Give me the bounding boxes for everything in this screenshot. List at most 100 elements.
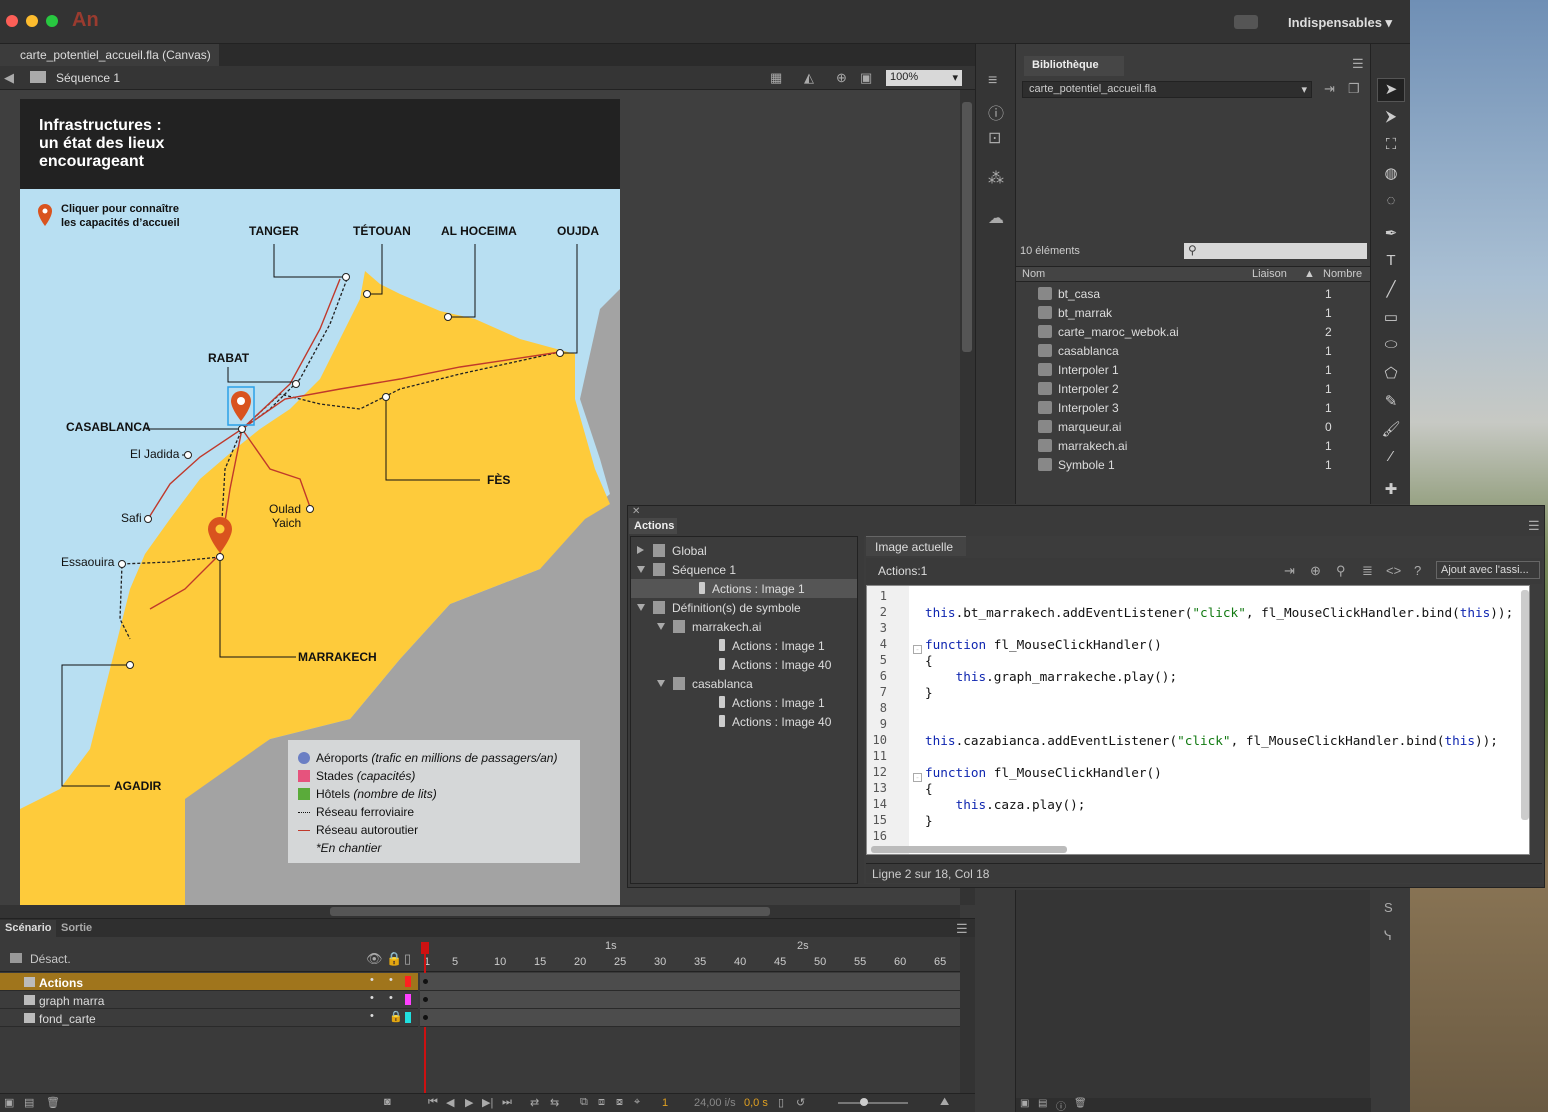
library-file-select[interactable]: carte_potentiel_accueil.fla ▾ bbox=[1022, 81, 1312, 98]
new-layer-icon[interactable]: ▣ bbox=[4, 1096, 14, 1109]
column-link[interactable]: Liaison bbox=[1252, 268, 1287, 280]
fold-toggle-icon[interactable]: - bbox=[913, 773, 922, 782]
minimize-window-button[interactable] bbox=[26, 15, 38, 27]
library-item[interactable]: bt_marrak 1 bbox=[1016, 303, 1371, 322]
scroll-thumb[interactable] bbox=[330, 907, 770, 916]
text-tool-icon[interactable]: T bbox=[1381, 252, 1401, 272]
column-name[interactable]: Nom bbox=[1022, 268, 1045, 280]
keyframe-dot[interactable] bbox=[423, 979, 428, 984]
pin-icon[interactable]: ⇥ bbox=[1324, 81, 1335, 97]
polystar-tool-icon[interactable]: ⬠ bbox=[1381, 364, 1401, 384]
layer-frames[interactable] bbox=[420, 973, 960, 991]
tree-item[interactable]: Actions : Image 40 bbox=[631, 655, 857, 674]
collapse-arrow-icon[interactable] bbox=[657, 623, 665, 630]
fold-toggle-icon[interactable]: - bbox=[913, 645, 922, 654]
info-panel-icon[interactable]: ⓘ bbox=[988, 100, 1004, 124]
outline-icon[interactable]: ▯ bbox=[404, 951, 411, 967]
tree-item[interactable]: Actions : Image 1 bbox=[631, 579, 857, 598]
layer-color-swatch[interactable] bbox=[405, 994, 411, 1005]
frame-rate[interactable]: 24,00 i/s bbox=[694, 1097, 736, 1109]
3d-rotation-tool-icon[interactable]: ◍ bbox=[1381, 164, 1401, 184]
onion-outline-icon[interactable]: ⧈ bbox=[598, 1096, 605, 1109]
zoom-select[interactable]: 100% ▾ bbox=[886, 70, 962, 86]
close-window-button[interactable] bbox=[6, 15, 18, 27]
code-line[interactable]: } bbox=[925, 813, 933, 829]
library-item[interactable]: Interpoler 2 1 bbox=[1016, 379, 1371, 398]
cc-libraries-icon[interactable]: ☁ bbox=[988, 208, 1004, 228]
casablanca-marker[interactable] bbox=[231, 391, 251, 421]
column-count[interactable]: Nombre bbox=[1323, 268, 1362, 280]
code-assistant-button[interactable]: Ajout avec l'assi... bbox=[1436, 561, 1540, 579]
find-icon[interactable]: ⚲ bbox=[1336, 563, 1346, 579]
zoom-in-icon[interactable]: ⛰ bbox=[940, 1096, 949, 1109]
lock-icon[interactable]: 🔒 bbox=[386, 951, 402, 967]
keyframe-dot[interactable] bbox=[423, 1015, 428, 1020]
free-transform-tool-icon[interactable]: ⛶ bbox=[1381, 136, 1401, 156]
visibility-dot[interactable]: • bbox=[370, 992, 374, 1004]
tree-item[interactable]: Actions : Image 40 bbox=[631, 712, 857, 731]
onion-skin-icon[interactable]: ⧉ bbox=[580, 1096, 588, 1109]
zoom-slider-thumb[interactable] bbox=[860, 1098, 868, 1106]
camera-icon[interactable]: ◙ bbox=[384, 1096, 391, 1108]
library-item[interactable]: casablanca 1 bbox=[1016, 341, 1371, 360]
bone-lower-icon[interactable]: S bbox=[1384, 900, 1393, 915]
timeline-layer[interactable]: Actions • • bbox=[0, 973, 418, 991]
center-frame-icon[interactable]: ⇆ bbox=[550, 1096, 559, 1109]
close-panel-icon[interactable]: ✕ bbox=[632, 506, 640, 517]
sync-settings-icon[interactable] bbox=[1234, 15, 1258, 29]
lock-dot[interactable]: • bbox=[389, 992, 393, 1004]
edit-symbols-icon[interactable]: ◭ bbox=[804, 70, 814, 86]
collapse-arrow-icon[interactable] bbox=[637, 604, 645, 611]
library-item[interactable]: marrakech.ai 1 bbox=[1016, 436, 1371, 455]
lasso-tool-icon[interactable]: ◌ bbox=[1381, 192, 1401, 212]
library-tab[interactable]: Bibliothèque bbox=[1024, 56, 1124, 76]
lock-dot[interactable]: • bbox=[389, 974, 393, 986]
collapse-arrow-icon[interactable] bbox=[637, 566, 645, 573]
pin-script-icon[interactable]: ⇥ bbox=[1284, 563, 1295, 579]
library-item[interactable]: Symbole 1 1 bbox=[1016, 455, 1371, 474]
canvas-stage[interactable]: Infrastructures : un état des lieux enco… bbox=[20, 99, 620, 905]
timeline-layer[interactable]: fond_carte • 🔒 bbox=[0, 1009, 418, 1027]
tree-item[interactable]: Définition(s) de symbole bbox=[631, 598, 857, 617]
line-tool-icon[interactable]: ╱ bbox=[1381, 280, 1401, 300]
panel-menu-icon[interactable]: ☰ bbox=[1352, 56, 1364, 72]
motion-presets-icon[interactable]: ⁂ bbox=[988, 168, 1004, 188]
first-frame-icon[interactable]: ⏮ bbox=[428, 1096, 438, 1109]
timeline-layer[interactable]: graph marra • • bbox=[0, 991, 418, 1009]
code-editor[interactable]: 1 2 3 4 5 6 7 8 9 10 11 12 13 14 15 16 - - this.bt_marr… bbox=[866, 585, 1530, 855]
rectangle-tool-icon[interactable]: ▭ bbox=[1381, 308, 1401, 328]
keyframe-dot[interactable] bbox=[423, 997, 428, 1002]
stage-horizontal-scrollbar[interactable] bbox=[0, 905, 960, 918]
timeline-vertical-scrollbar[interactable] bbox=[960, 937, 975, 1093]
oval-tool-icon[interactable]: ⬭ bbox=[1381, 336, 1401, 356]
document-tab[interactable]: carte_potentiel_accueil.fla (Canvas) bbox=[0, 44, 219, 66]
tree-item[interactable]: marrakech.ai bbox=[631, 617, 857, 636]
edit-scene-icon[interactable]: ▦ bbox=[770, 70, 782, 86]
new-symbol-icon[interactable]: ▣ bbox=[1020, 1098, 1029, 1109]
code-line[interactable]: { bbox=[925, 653, 933, 669]
delete-layer-icon[interactable]: 🗑 bbox=[46, 1096, 60, 1109]
rewind-icon[interactable]: ↺ bbox=[796, 1096, 805, 1109]
visibility-dot[interactable]: • bbox=[370, 1010, 374, 1022]
align-panel-icon[interactable]: ≡ bbox=[988, 72, 997, 90]
panel-menu-icon[interactable]: ☰ bbox=[1528, 518, 1540, 534]
play-icon[interactable]: ▶ bbox=[465, 1096, 473, 1109]
tree-item[interactable]: Global bbox=[631, 541, 857, 560]
actions-tab[interactable]: Actions bbox=[629, 518, 677, 534]
new-folder-icon[interactable]: ▤ bbox=[1038, 1098, 1047, 1109]
collapse-arrow-icon[interactable] bbox=[657, 680, 665, 687]
library-item[interactable]: Interpoler 3 1 bbox=[1016, 398, 1371, 417]
back-arrow-icon[interactable]: ◀ bbox=[4, 70, 14, 86]
zoom-slider-track[interactable] bbox=[838, 1098, 908, 1106]
panel-menu-icon[interactable]: ☰ bbox=[956, 921, 968, 937]
library-search-input[interactable]: ⚲ bbox=[1184, 243, 1367, 259]
bind-tool-icon[interactable]: ᓭ bbox=[1384, 928, 1392, 944]
next-frame-icon[interactable]: ▶| bbox=[482, 1096, 493, 1109]
code-line[interactable]: function fl_MouseClickHandler() bbox=[925, 765, 1162, 781]
selection-tool-icon[interactable]: ➤ bbox=[1381, 80, 1401, 100]
tab-scenario[interactable]: Scénario bbox=[0, 920, 57, 937]
visibility-dot[interactable]: • bbox=[370, 974, 374, 986]
tree-item[interactable]: Actions : Image 1 bbox=[631, 636, 857, 655]
current-frame-tab[interactable]: Image actuelle bbox=[866, 536, 966, 556]
last-frame-icon[interactable]: ⏭ bbox=[502, 1096, 512, 1109]
